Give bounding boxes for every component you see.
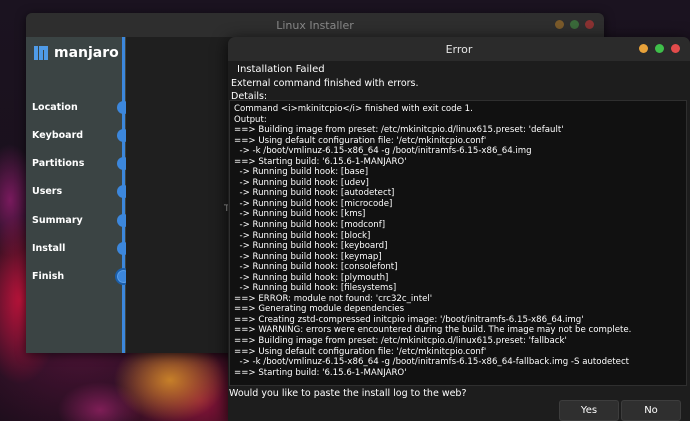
log-line: -> Running build hook: [plymouth] — [234, 272, 389, 283]
log-line: ==> ERROR: module not found: 'crc32c_int… — [234, 293, 433, 304]
installer-titlebar[interactable]: Linux Installer — [26, 13, 604, 37]
log-line: -> Running build hook: [autodetect] — [234, 188, 395, 199]
sidebar-item-finish: Finish — [26, 267, 126, 285]
log-line: ==> Using default configuration file: '/… — [234, 135, 487, 146]
logo-text: manjaro — [54, 45, 119, 61]
log-line: ==> Building image from preset: /etc/mki… — [234, 336, 567, 347]
log-line: -> Running build hook: [base] — [234, 167, 369, 178]
log-line: ==> Generating module dependencies — [234, 304, 405, 315]
log-line: -> Running build hook: [consolefont] — [234, 262, 398, 273]
manjaro-logo: manjaro — [26, 37, 126, 69]
log-line: -> Running build hook: [filesystems] — [234, 283, 397, 294]
maximize-icon[interactable] — [570, 20, 579, 29]
error-heading: Installation Failed — [237, 64, 325, 75]
log-line: -> Running build hook: [udev] — [234, 177, 369, 188]
paste-log-prompt: Would you like to paste the install log … — [229, 388, 467, 399]
dialog-title: Error — [445, 42, 473, 56]
log-line: -> Running build hook: [modconf] — [234, 220, 386, 231]
log-line: ==> Using default configuration file: '/… — [234, 346, 487, 357]
sidebar-item-label: Finish — [32, 270, 65, 282]
sidebar-item-label: Summary — [32, 214, 83, 226]
sidebar-item-summary: Summary — [26, 211, 126, 229]
yes-button[interactable]: Yes — [559, 400, 619, 421]
sidebar-item-partitions: Partitions — [26, 154, 126, 172]
minimize-icon[interactable] — [639, 44, 648, 53]
maximize-icon[interactable] — [655, 44, 664, 53]
manjaro-logo-icon — [34, 46, 48, 60]
log-line: ==> Starting build: '6.15.6-1-MANJARO' — [234, 367, 407, 378]
log-line: -> Running build hook: [keyboard] — [234, 241, 388, 252]
no-button[interactable]: No — [621, 400, 681, 421]
error-dialog: Error Installation Failed External comma… — [228, 37, 690, 421]
log-line: -> Running build hook: [keymap] — [234, 251, 382, 262]
log-line: -> Running build hook: [block] — [234, 230, 371, 241]
log-line: -> -k /boot/vmlinuz-6.15-x86_64 -g /boot… — [234, 146, 532, 157]
sidebar-item-users: Users — [26, 182, 126, 200]
log-line: ==> Starting build: '6.15.6-1-MANJARO' — [234, 156, 407, 167]
close-icon[interactable] — [671, 44, 680, 53]
error-log-output[interactable]: Command <i>mkinitcpio</i> finished with … — [229, 100, 687, 386]
log-line: Command <i>mkinitcpio</i> finished with … — [234, 104, 473, 114]
log-line: -> Running build hook: [microcode] — [234, 198, 393, 209]
sidebar-item-install: Install — [26, 239, 126, 257]
log-line: -> Running build hook: [kms] — [234, 209, 366, 220]
minimize-icon[interactable] — [555, 20, 564, 29]
sidebar-item-keyboard: Keyboard — [26, 126, 126, 144]
error-summary: External command finished with errors. — [231, 78, 419, 89]
installer-title: Linux Installer — [276, 18, 354, 32]
log-line: ==> Building image from preset: /etc/mki… — [234, 125, 564, 136]
log-line: ==> Creating zstd-compressed initcpio im… — [234, 314, 584, 325]
close-icon[interactable] — [585, 20, 594, 29]
sidebar-item-label: Users — [32, 185, 63, 197]
sidebar-item-label: Partitions — [32, 157, 85, 169]
sidebar-item-label: Location — [32, 101, 78, 113]
sidebar-item-location: Location — [26, 98, 126, 116]
log-line: ==> WARNING: errors were encountered dur… — [234, 325, 632, 336]
sidebar-item-label: Install — [32, 242, 66, 254]
log-line: Output: — [234, 114, 267, 125]
dialog-titlebar[interactable]: Error — [228, 37, 690, 61]
installer-sidebar: manjaro Location Keyboard Partitions Use… — [26, 37, 132, 353]
sidebar-item-label: Keyboard — [32, 129, 84, 141]
log-line: -> -k /boot/vmlinuz-6.15-x86_64 -g /boot… — [234, 357, 630, 368]
